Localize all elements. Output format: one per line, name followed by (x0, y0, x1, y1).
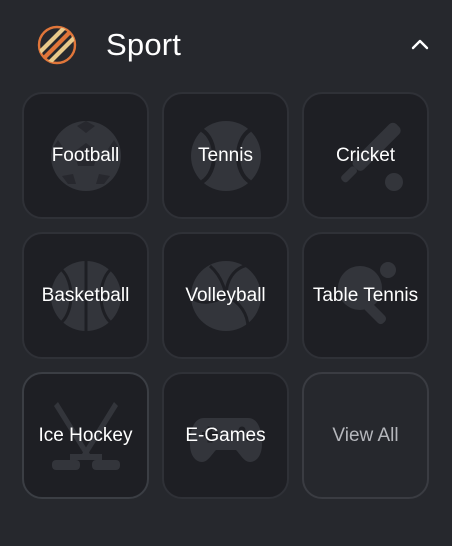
tile-label: Volleyball (185, 284, 266, 306)
sport-section-header: Sport (0, 0, 452, 90)
view-all-label: View All (332, 424, 399, 446)
sport-grid: Football Tennis Cricket Basketball Volle… (22, 92, 430, 499)
sport-tile-cricket[interactable]: Cricket (302, 92, 429, 219)
tile-label: Table Tennis (312, 284, 419, 306)
sport-tile-volleyball[interactable]: Volleyball (162, 232, 289, 359)
sport-tile-basketball[interactable]: Basketball (22, 232, 149, 359)
tile-label: Tennis (198, 144, 253, 166)
sport-tile-tennis[interactable]: Tennis (162, 92, 289, 219)
collapse-button[interactable] (404, 30, 436, 60)
tile-label: Ice Hockey (38, 424, 133, 446)
sport-tile-ice-hockey[interactable]: Ice Hockey (22, 372, 149, 499)
sport-tile-football[interactable]: Football (22, 92, 149, 219)
view-all-button[interactable]: View All (302, 372, 429, 499)
sport-tile-table-tennis[interactable]: Table Tennis (302, 232, 429, 359)
chevron-up-icon (411, 39, 429, 50)
tile-label: Football (51, 144, 120, 166)
tile-label: E-Games (185, 424, 266, 446)
sport-tile-e-games[interactable]: E-Games (162, 372, 289, 499)
striped-ball-icon (37, 25, 77, 65)
section-title: Sport (106, 27, 182, 62)
tile-label: Basketball (41, 284, 130, 306)
tile-label: Cricket (335, 144, 396, 166)
